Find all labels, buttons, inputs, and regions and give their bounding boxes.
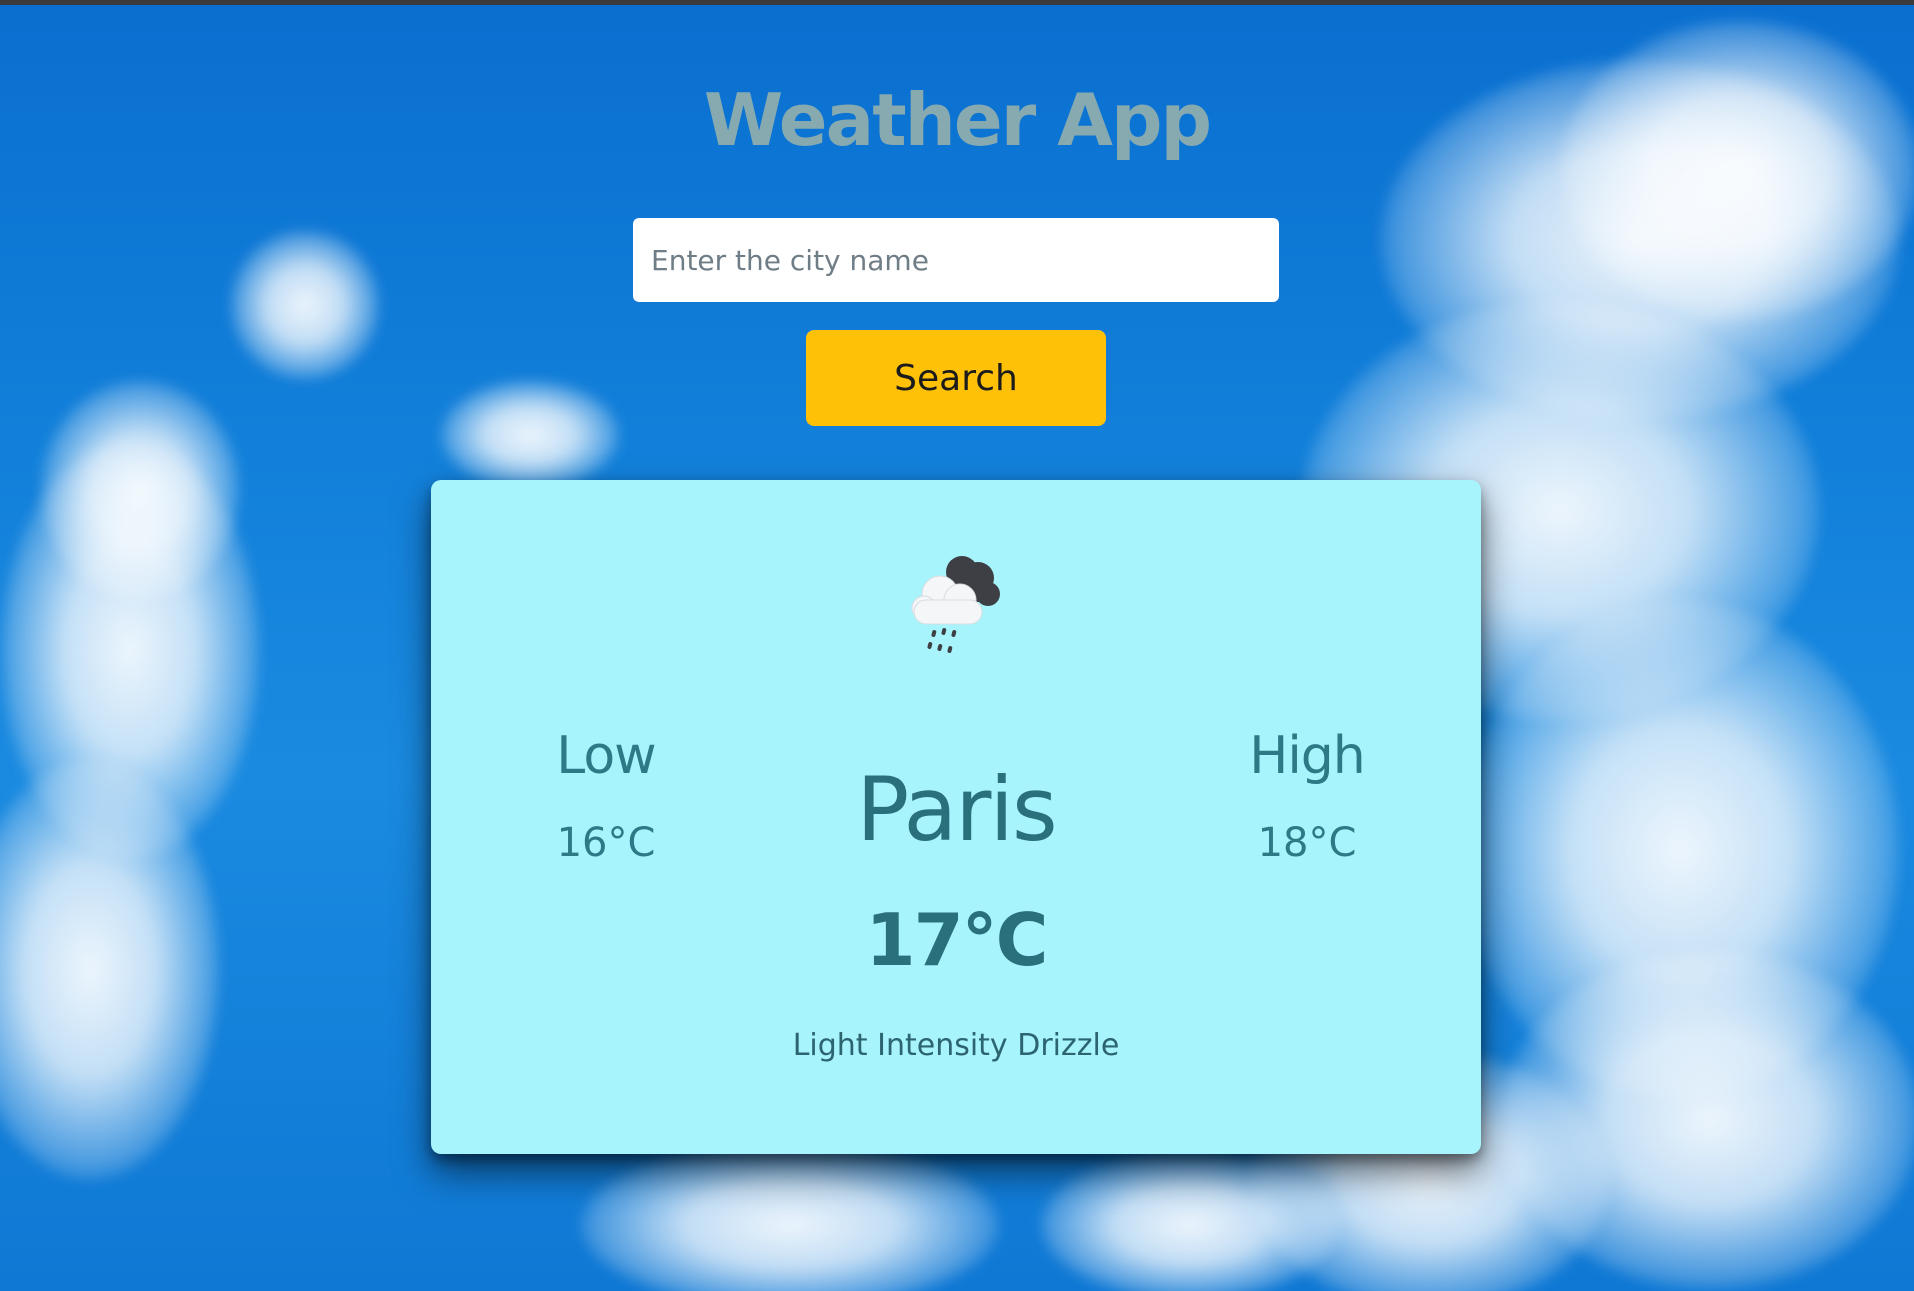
- window-top-border: [0, 0, 1914, 5]
- app-title: Weather App: [703, 78, 1212, 162]
- rain-cloud-icon: [911, 556, 1000, 653]
- current-temperature: 17°C: [865, 898, 1048, 982]
- search-button[interactable]: Search: [806, 330, 1106, 426]
- weather-description: Light Intensity Drizzle: [792, 1028, 1120, 1063]
- weather-app-page: Weather App Search: [0, 0, 1914, 1291]
- city-search-input[interactable]: [633, 218, 1279, 302]
- high-temperature: 18°C: [1257, 820, 1357, 866]
- weather-card: Low 16°C Paris 17°C Light Intensity Driz…: [431, 480, 1481, 1154]
- high-label: High: [1249, 726, 1366, 786]
